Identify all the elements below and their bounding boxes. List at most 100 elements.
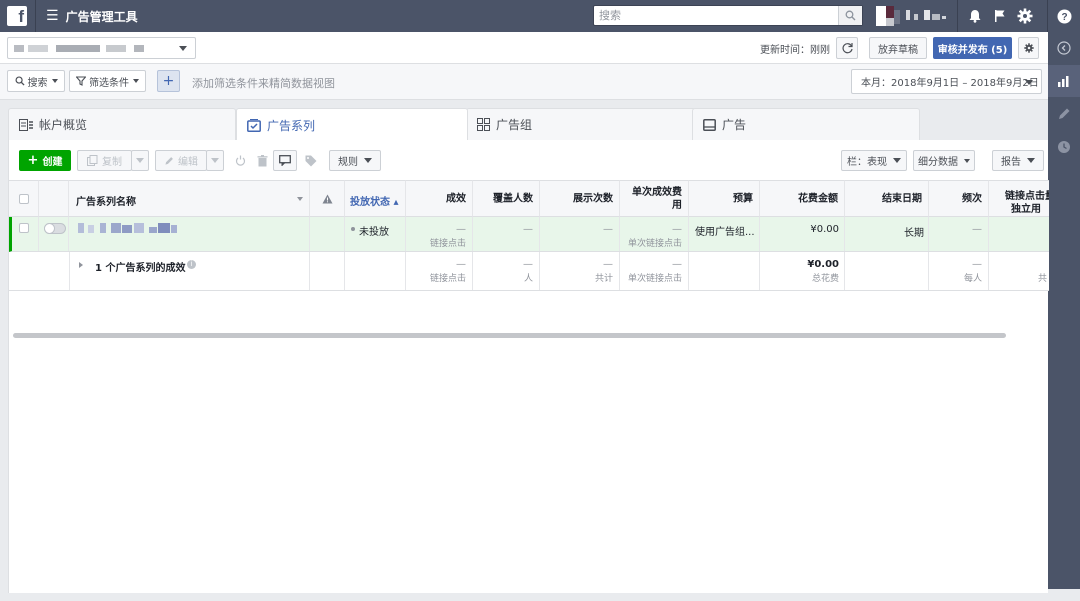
breakdown-label: 细分数据	[918, 157, 958, 168]
edit-pencil-icon[interactable]	[1048, 98, 1080, 130]
duplicate-dropdown[interactable]	[131, 150, 149, 171]
undo-button[interactable]	[229, 150, 251, 171]
user-avatar[interactable]	[876, 6, 900, 26]
bell-icon[interactable]	[966, 7, 984, 25]
history-clock-icon[interactable]	[1048, 131, 1080, 163]
date-range-picker[interactable]: 本月：2018年9月1日 – 2018年9月2日	[851, 69, 1042, 94]
hamburger-menu-icon[interactable]: ☰	[46, 8, 59, 24]
chevron-down-icon	[133, 79, 139, 83]
info-icon[interactable]: i	[187, 260, 196, 269]
tag-icon	[305, 155, 317, 166]
campaign-name-cell[interactable]	[69, 217, 310, 251]
search-button[interactable]	[838, 6, 862, 25]
rules-label: 规则	[338, 157, 358, 168]
reports-button[interactable]: 报告	[992, 150, 1044, 171]
col-label: 覆盖人数	[493, 193, 533, 204]
tag-button[interactable]	[299, 150, 323, 171]
delete-button[interactable]	[251, 150, 273, 171]
delivery-cell: 未投放	[345, 217, 406, 251]
campaign-name-redacted[interactable]	[78, 223, 198, 233]
columns-button[interactable]: 栏：表现	[841, 150, 907, 171]
amount-spent-value: ¥0.00	[810, 224, 839, 235]
col-budget[interactable]: 预算	[689, 180, 760, 217]
tab-label: 帐户概览	[39, 118, 88, 132]
budget-cell[interactable]: 使用广告组...	[689, 217, 760, 251]
filter-conditions-button[interactable]: 筛选条件	[69, 70, 146, 92]
col-warning[interactable]	[310, 180, 345, 217]
duplicate-button[interactable]: 复制	[77, 150, 132, 171]
gear-icon[interactable]	[1016, 7, 1034, 25]
horizontal-scrollbar[interactable]	[13, 333, 1006, 338]
duplicate-icon	[87, 155, 98, 166]
tab-label: 广告系列	[267, 118, 316, 133]
summary-end-date-cell	[845, 252, 929, 290]
chevron-down-icon	[179, 46, 187, 51]
col-label: 展示次数	[573, 193, 613, 204]
last-updated-text: 更新时间：刚刚	[760, 45, 830, 56]
col-label: 成效	[446, 193, 466, 204]
performance-chart-icon[interactable]	[1048, 65, 1080, 97]
search-filter-button[interactable]: 搜索	[7, 70, 65, 92]
warning-icon	[322, 194, 333, 204]
summary-frequency-cell: — 每人	[929, 252, 989, 290]
expand-caret-icon[interactable]	[79, 262, 83, 268]
settings-button[interactable]	[1018, 37, 1039, 59]
col-label: 广告系列名称	[76, 197, 136, 208]
summary-results-value: —	[456, 259, 466, 270]
help-icon[interactable]: ?	[1055, 7, 1073, 25]
flag-icon[interactable]	[991, 7, 1009, 25]
refresh-button[interactable]	[836, 37, 858, 59]
table-header-row: 广告系列名称 投放状态 ▴ 成效 覆盖人数 展示次数 单次成效费用 预算 花费金…	[9, 180, 1049, 217]
adset-icon	[477, 118, 490, 131]
col-amount-spent[interactable]: 花费金额	[760, 180, 845, 217]
breakdown-button[interactable]: 细分数据	[913, 150, 975, 171]
edit-dropdown[interactable]	[206, 150, 224, 171]
summary-label-cell[interactable]: 1 个广告系列的成效 i	[69, 252, 310, 290]
review-publish-button[interactable]: 审核并发布 (5)	[933, 37, 1012, 59]
col-campaign-name[interactable]: 广告系列名称	[69, 180, 310, 217]
col-impressions[interactable]: 展示次数	[540, 180, 620, 217]
facebook-logo[interactable]: f	[7, 6, 27, 26]
filter-conditions-label: 筛选条件	[89, 77, 129, 89]
table-row[interactable]: 未投放 — 链接点击 — — — 单次链接点击 使用广告组... ¥0.00 长…	[9, 217, 1049, 252]
tab-account-overview[interactable]: 帐户概览	[8, 108, 236, 140]
chevron-down-icon	[136, 158, 144, 163]
search-input[interactable]	[594, 6, 838, 25]
user-name[interactable]	[906, 10, 946, 20]
edit-label: 编辑	[178, 157, 198, 168]
tab-adsets[interactable]: 广告组	[466, 108, 696, 140]
refresh-icon	[841, 42, 853, 53]
rules-button[interactable]: 规则	[329, 150, 381, 171]
discard-drafts-button[interactable]: 放弃草稿	[869, 37, 927, 59]
tab-label: 广告	[722, 118, 747, 132]
col-end-date[interactable]: 结束日期	[845, 180, 929, 217]
col-frequency[interactable]: 频次	[929, 180, 989, 217]
toggle-header-cell	[39, 180, 69, 217]
account-selector[interactable]	[7, 37, 196, 59]
chevron-down-icon	[364, 158, 372, 163]
impressions-value: —	[603, 224, 613, 235]
col-link-clicks[interactable]: 链接点击量 独立用	[989, 180, 1049, 217]
col-delivery[interactable]: 投放状态 ▴	[345, 180, 406, 217]
col-cost-per-result[interactable]: 单次成效费用	[620, 180, 689, 217]
summary-spent-sub: 总花费	[811, 274, 839, 284]
tab-ads[interactable]: 广告	[692, 108, 920, 140]
summary-frequency-value: —	[972, 259, 982, 270]
select-all-checkbox[interactable]	[19, 194, 29, 204]
campaign-toggle[interactable]	[44, 223, 66, 234]
row-toggle-cell	[39, 217, 69, 251]
create-button[interactable]: + 创建	[19, 150, 71, 171]
col-reach[interactable]: 覆盖人数	[473, 180, 540, 217]
preview-button[interactable]	[273, 150, 297, 171]
search-filter-label: 搜索	[27, 77, 48, 89]
filter-hint-text: 添加筛选条件来精简数据视图	[192, 77, 335, 90]
col-results[interactable]: 成效	[406, 180, 473, 217]
row-checkbox[interactable]	[19, 223, 29, 233]
summary-row: 1 个广告系列的成效 i — 链接点击 — 人 — 共计 — 单次链接点击 ¥0…	[9, 252, 1049, 291]
edit-button[interactable]: 编辑	[155, 150, 207, 171]
divider	[1047, 0, 1048, 32]
tab-campaigns[interactable]: 广告系列	[236, 108, 468, 141]
add-filter-button[interactable]: +	[157, 70, 180, 92]
collapse-panel-icon[interactable]	[1048, 32, 1080, 64]
summary-link-clicks-cell: 共	[989, 252, 1049, 290]
